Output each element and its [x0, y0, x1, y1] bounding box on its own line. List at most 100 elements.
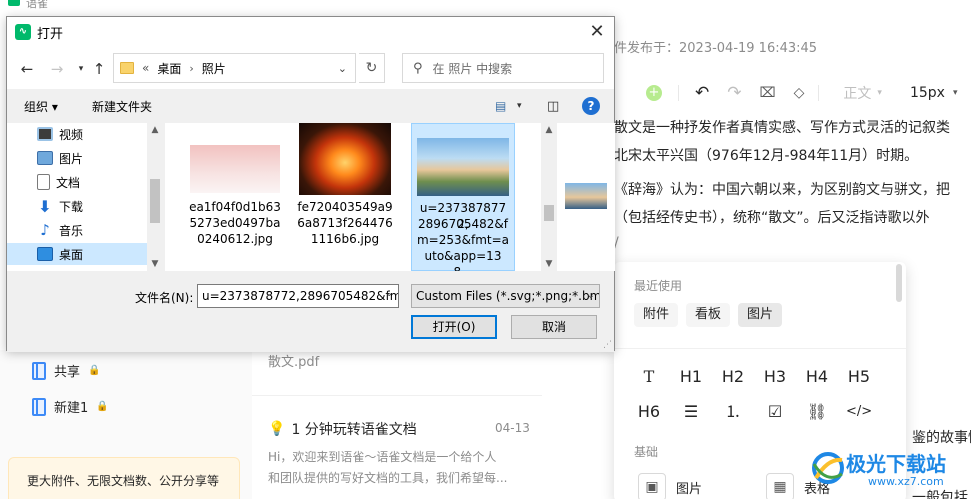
checkbox-icon[interactable]: ☑ — [762, 400, 788, 424]
watermark-brand: 极光下载站 — [846, 452, 946, 476]
recent-locations-chevron-icon[interactable]: ▾ — [71, 59, 91, 79]
breadcrumb-overflow[interactable]: « — [142, 61, 149, 75]
doc-paragraph-line: （包括经传史书），统称“散文”。后又泛指诗歌以外 — [614, 210, 930, 226]
scroll-thumb[interactable] — [544, 205, 554, 221]
scroll-up-arrow-icon[interactable]: ▲ — [541, 125, 557, 135]
open-button[interactable]: 打开(O) — [411, 315, 497, 339]
chevron-down-icon[interactable]: ⌄ — [385, 288, 393, 299]
font-size-select[interactable]: 15px — [910, 85, 945, 101]
cancel-button[interactable]: 取消 — [511, 315, 597, 339]
search-placeholder: 在 照片 中搜索 — [432, 61, 513, 76]
bullet-list-icon[interactable]: ☰ — [678, 400, 704, 424]
documents-icon — [37, 174, 50, 190]
doc-snippet: 和团队提供的写好文档的工具，我们希望每... — [268, 471, 508, 485]
ordered-list-icon[interactable]: ⒈ — [720, 400, 746, 424]
nav-item-music[interactable]: ♪ 音乐 — [37, 219, 83, 241]
file-list-scrollbar[interactable]: ▲ ▼ — [541, 123, 557, 271]
dialog-titlebar[interactable]: ∿ 打开 ✕ — [7, 17, 614, 47]
paragraph-style-select[interactable]: 正文 — [843, 83, 871, 103]
editor-toolbar: + ↶ ↷ ⌧ ◇ 正文 ▾ 15px ▾ — [614, 78, 971, 108]
h1-button[interactable]: H1 — [678, 365, 704, 389]
resize-grip-icon[interactable]: ⋰ — [603, 340, 612, 350]
address-bar[interactable]: « 桌面 › 照片 ⌄ — [113, 53, 356, 83]
chevron-down-icon[interactable]: ▾ — [517, 101, 522, 111]
nav-item-videos[interactable]: 视频 — [37, 123, 83, 145]
redo-icon[interactable]: ↷ — [727, 83, 741, 103]
nav-item-label: 桌面 — [59, 247, 84, 262]
list-item[interactable]: 💡 1 分钟玩转语雀文档 — [268, 419, 417, 439]
close-icon[interactable]: ✕ — [584, 19, 610, 45]
organize-menu[interactable]: 组织 ▾ — [24, 98, 58, 115]
app-title: 语雀 — [26, 0, 48, 10]
breadcrumb-separator-icon[interactable]: › — [189, 62, 193, 75]
code-icon[interactable]: </> — [846, 400, 872, 424]
doc-snippet: Hi，欢迎来到语雀～语雀文档是一个给个人 — [268, 450, 497, 464]
insert-attachment-chip[interactable]: 附件 — [634, 303, 679, 327]
file-item[interactable]: ea1f04f0d1b63 5273ed0497ba 0240612.jpg — [183, 123, 287, 271]
yuque-app-icon: ∿ — [15, 24, 31, 40]
link-icon[interactable]: ⛓ — [804, 400, 830, 424]
breadcrumb-desktop[interactable]: 桌面 — [157, 60, 181, 77]
format-painter-icon[interactable]: ⌧ — [760, 85, 776, 101]
h4-button[interactable]: H4 — [804, 365, 830, 389]
help-icon[interactable]: ? — [582, 97, 600, 115]
insert-image-card[interactable]: ▣ 图片 — [638, 472, 702, 499]
nav-item-documents[interactable]: 文档 — [37, 171, 80, 193]
nav-item-downloads[interactable]: ⬇ 下载 — [37, 195, 83, 217]
file-thumbnail — [190, 145, 280, 193]
scroll-down-arrow-icon[interactable]: ▼ — [541, 259, 557, 269]
basic-section-label: 基础 — [634, 445, 659, 459]
insert-image-label: 图片 — [676, 481, 703, 497]
insert-board-chip[interactable]: 看板 — [686, 303, 731, 327]
preview-pane-icon[interactable]: ◫ — [547, 99, 559, 114]
text-format-button[interactable]: T — [636, 365, 662, 389]
file-type-label: Custom Files (*.svg;*.png;*.bmp — [416, 289, 600, 303]
dialog-title: 打开 — [37, 26, 64, 42]
h6-button[interactable]: H6 — [636, 400, 662, 424]
music-icon: ♪ — [40, 221, 50, 239]
filename-input[interactable]: u=2373878772,2896705482&fm=253&fmt=auto&… — [197, 284, 399, 308]
file-type-select[interactable]: Custom Files (*.svg;*.png;*.bmp ⌄ — [411, 284, 600, 308]
up-arrow-icon[interactable]: ↑ — [89, 59, 109, 79]
clear-format-icon[interactable]: ◇ — [794, 85, 805, 101]
popup-scrollbar[interactable] — [896, 264, 902, 302]
nav-pane-scrollbar[interactable]: ▲ ▼ — [147, 123, 163, 271]
insert-plus-icon[interactable]: + — [646, 85, 662, 101]
file-name-line: 2896705482&f — [418, 217, 508, 231]
sidebar-item-label: 新建1 — [54, 401, 89, 416]
toolbar-divider — [678, 85, 679, 101]
refresh-icon[interactable]: ↻ — [359, 53, 385, 83]
nav-item-label: 文档 — [56, 175, 81, 190]
h2-button[interactable]: H2 — [720, 365, 746, 389]
h5-button[interactable]: H5 — [846, 365, 872, 389]
file-item-selected[interactable]: u=2373878772, 2896705482&f m=253&fmt=a u… — [411, 123, 515, 271]
doc-title: 1 分钟玩转语雀文档 — [291, 422, 417, 438]
scroll-down-arrow-icon[interactable]: ▼ — [147, 259, 163, 269]
back-arrow-icon[interactable]: ← — [17, 59, 37, 79]
lock-icon: 🔒 — [88, 365, 101, 376]
file-item[interactable]: fe720403549a9 6a8713f264476 1116b6.jpg — [293, 123, 397, 271]
breadcrumb-photos[interactable]: 照片 — [202, 60, 226, 77]
lock-icon: 🔒 — [96, 401, 109, 412]
image-icon: ▣ — [638, 473, 666, 499]
search-input[interactable]: ⚲ 在 照片 中搜索 — [402, 53, 604, 83]
nav-item-pictures[interactable]: 图片 — [37, 147, 83, 169]
new-folder-button[interactable]: 新建文件夹 — [92, 98, 152, 115]
insert-image-chip[interactable]: 图片 — [738, 303, 783, 327]
view-mode-icon[interactable]: ▤ — [495, 99, 506, 113]
scroll-up-arrow-icon[interactable]: ▲ — [147, 125, 163, 135]
nav-item-label: 音乐 — [59, 223, 84, 238]
doc-paragraph-line: 《辞海》认为：中国六朝以来，为区别韵文与骈文，把 — [614, 182, 950, 198]
undo-icon[interactable]: ↶ — [695, 83, 709, 103]
file-name-line: 6a8713f264476 — [297, 216, 393, 230]
nav-item-desktop[interactable]: 桌面 — [7, 243, 147, 265]
scroll-thumb[interactable] — [150, 179, 160, 223]
sidebar-item-shared[interactable]: 共享 🔒 — [32, 361, 100, 380]
upgrade-promo[interactable]: 更大附件、无限文档数、公开分享等 — [8, 457, 240, 499]
chevron-down-icon[interactable]: ⌄ — [338, 62, 347, 75]
forward-arrow-icon[interactable]: → — [47, 59, 67, 79]
sidebar-item-new1[interactable]: 新建1 🔒 — [32, 397, 109, 416]
preview-pane — [557, 123, 615, 271]
list-item[interactable]: 散文.pdf — [268, 351, 319, 370]
h3-button[interactable]: H3 — [762, 365, 788, 389]
